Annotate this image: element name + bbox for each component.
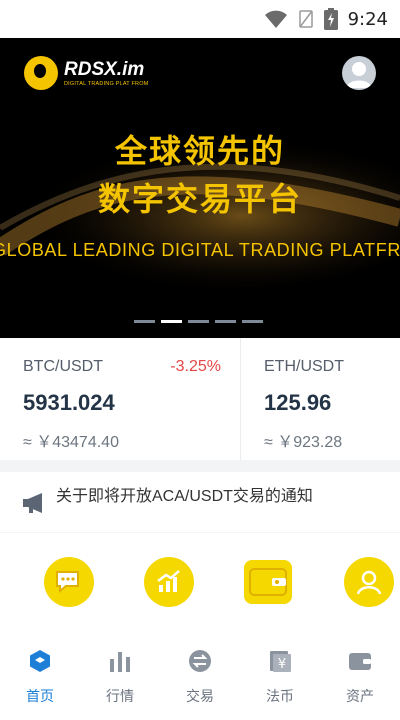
megaphone-icon [23, 493, 42, 513]
tab-fiat[interactable]: ¥ 法币 [240, 649, 320, 706]
shortcut-growth[interactable] [144, 557, 194, 607]
banner-headline-line2: 数字交易平台 [97, 181, 302, 217]
shortcut-wallet[interactable] [244, 560, 292, 604]
announcement-text: 关于即将开放ACA/USDT交易的通知 [56, 488, 313, 505]
carousel-dot[interactable] [242, 320, 263, 323]
svg-text:¥: ¥ [278, 657, 286, 672]
tab-home[interactable]: 首页 [0, 649, 80, 706]
carousel-dot[interactable] [188, 320, 209, 323]
status-time: 9:24 [347, 8, 388, 30]
fiat-yuan-icon: ¥ [270, 651, 291, 672]
assets-wallet-icon [349, 653, 371, 670]
tab-label: 资产 [346, 688, 374, 704]
brand-name: RDSX.im [64, 58, 145, 80]
bottom-tab-bar: 首页 行情 交易 ¥ 法币 资产 [0, 633, 400, 720]
brand-tagline: DIGITAL TRADING PLAT FROM [64, 80, 149, 87]
carousel-dot[interactable] [215, 320, 236, 323]
no-signal-icon [298, 10, 313, 28]
tab-assets[interactable]: 资产 [320, 649, 400, 706]
wifi-icon [264, 10, 287, 28]
ticker-cny-value: ≈ ￥923.28 [264, 434, 343, 451]
brand-logo-icon [24, 56, 58, 90]
tab-market[interactable]: 行情 [80, 649, 160, 706]
carousel-dot[interactable] [134, 320, 155, 323]
carousel-dot-active[interactable] [161, 320, 182, 323]
status-bar: 9:24 [0, 0, 400, 38]
user-icon [356, 570, 382, 595]
brand-logo-block: RDSX.im DIGITAL TRADING PLAT FROM [24, 56, 148, 90]
ticker-price: 5931.024 [23, 390, 115, 415]
tab-label: 行情 [106, 688, 134, 704]
promo-banner[interactable]: RDSX.im DIGITAL TRADING PLAT FROM 全球领先的 … [0, 38, 400, 338]
ticker-card-eth[interactable]: ETH/USDT 125.96 ≈ ￥923.28 [240, 338, 400, 460]
exchange-icon [189, 650, 211, 672]
bar-chart-icon [110, 652, 130, 672]
carousel-indicator [134, 320, 263, 323]
shortcut-row [0, 533, 400, 633]
battery-charging-icon [323, 8, 338, 30]
ticker-card-btc[interactable]: BTC/USDT -3.25% 5931.024 ≈ ￥43474.40 [0, 338, 240, 460]
tab-label: 首页 [26, 688, 54, 704]
growth-chart-icon [157, 570, 180, 592]
wallet-icon [249, 568, 287, 596]
ticker-cny-value: ≈ ￥43474.40 [23, 434, 119, 451]
shortcut-chat[interactable] [44, 557, 94, 607]
market-tickers: BTC/USDT -3.25% 5931.024 ≈ ￥43474.40 ETH… [0, 338, 400, 460]
banner-headline-line1: 全球领先的 [114, 133, 285, 169]
tab-trade[interactable]: 交易 [160, 649, 240, 706]
ticker-change: -3.25% [170, 358, 221, 375]
user-avatar-icon [346, 62, 372, 88]
ticker-price: 125.96 [264, 390, 332, 415]
ticker-pair: ETH/USDT [264, 358, 344, 375]
banner-subline: GLOBAL LEADING DIGITAL TRADING PLATFROM [0, 240, 400, 260]
shortcut-user[interactable] [344, 557, 394, 607]
status-icons: 9:24 [264, 8, 388, 30]
chat-icon [56, 571, 79, 594]
tab-label: 法币 [266, 688, 294, 704]
tab-label: 交易 [186, 688, 214, 704]
profile-avatar-button[interactable] [342, 56, 376, 90]
announcement-bar[interactable]: 关于即将开放ACA/USDT交易的通知 [0, 472, 400, 532]
home-cube-icon [30, 650, 50, 672]
